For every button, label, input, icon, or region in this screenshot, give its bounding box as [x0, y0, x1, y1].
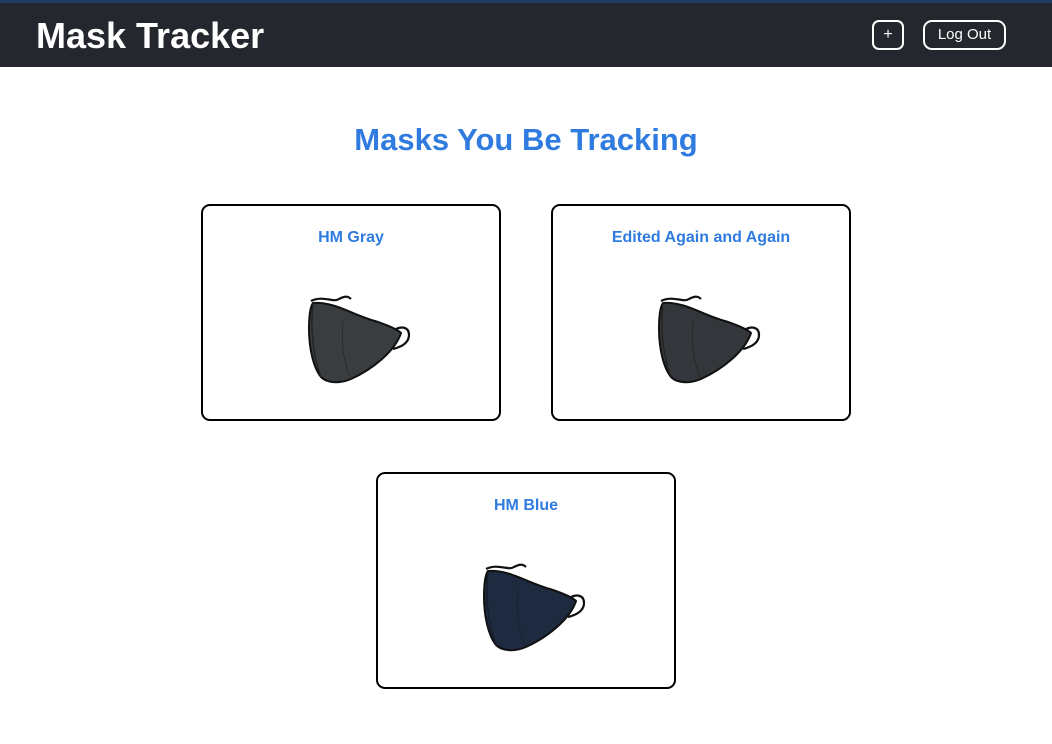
page-title: Masks You Be Tracking	[354, 122, 698, 157]
mask-card[interactable]: HM Gray	[201, 204, 501, 421]
mask-card[interactable]: HM Blue	[376, 472, 676, 689]
logout-button[interactable]: Log Out	[923, 20, 1006, 50]
add-mask-button[interactable]: +	[872, 20, 904, 50]
mask-card-title: Edited Again and Again	[611, 229, 791, 246]
mask-card[interactable]: Edited Again and Again	[551, 204, 851, 421]
brand-title[interactable]: Mask Tracker	[36, 16, 264, 56]
mask-card-title: HM Blue	[494, 497, 558, 514]
mask-card-title: HM Gray	[318, 229, 384, 246]
navbar: Mask Tracker + Log Out	[0, 0, 1052, 67]
face-mask-image	[307, 295, 411, 384]
face-mask-image	[657, 295, 761, 384]
face-mask-image	[482, 563, 586, 652]
